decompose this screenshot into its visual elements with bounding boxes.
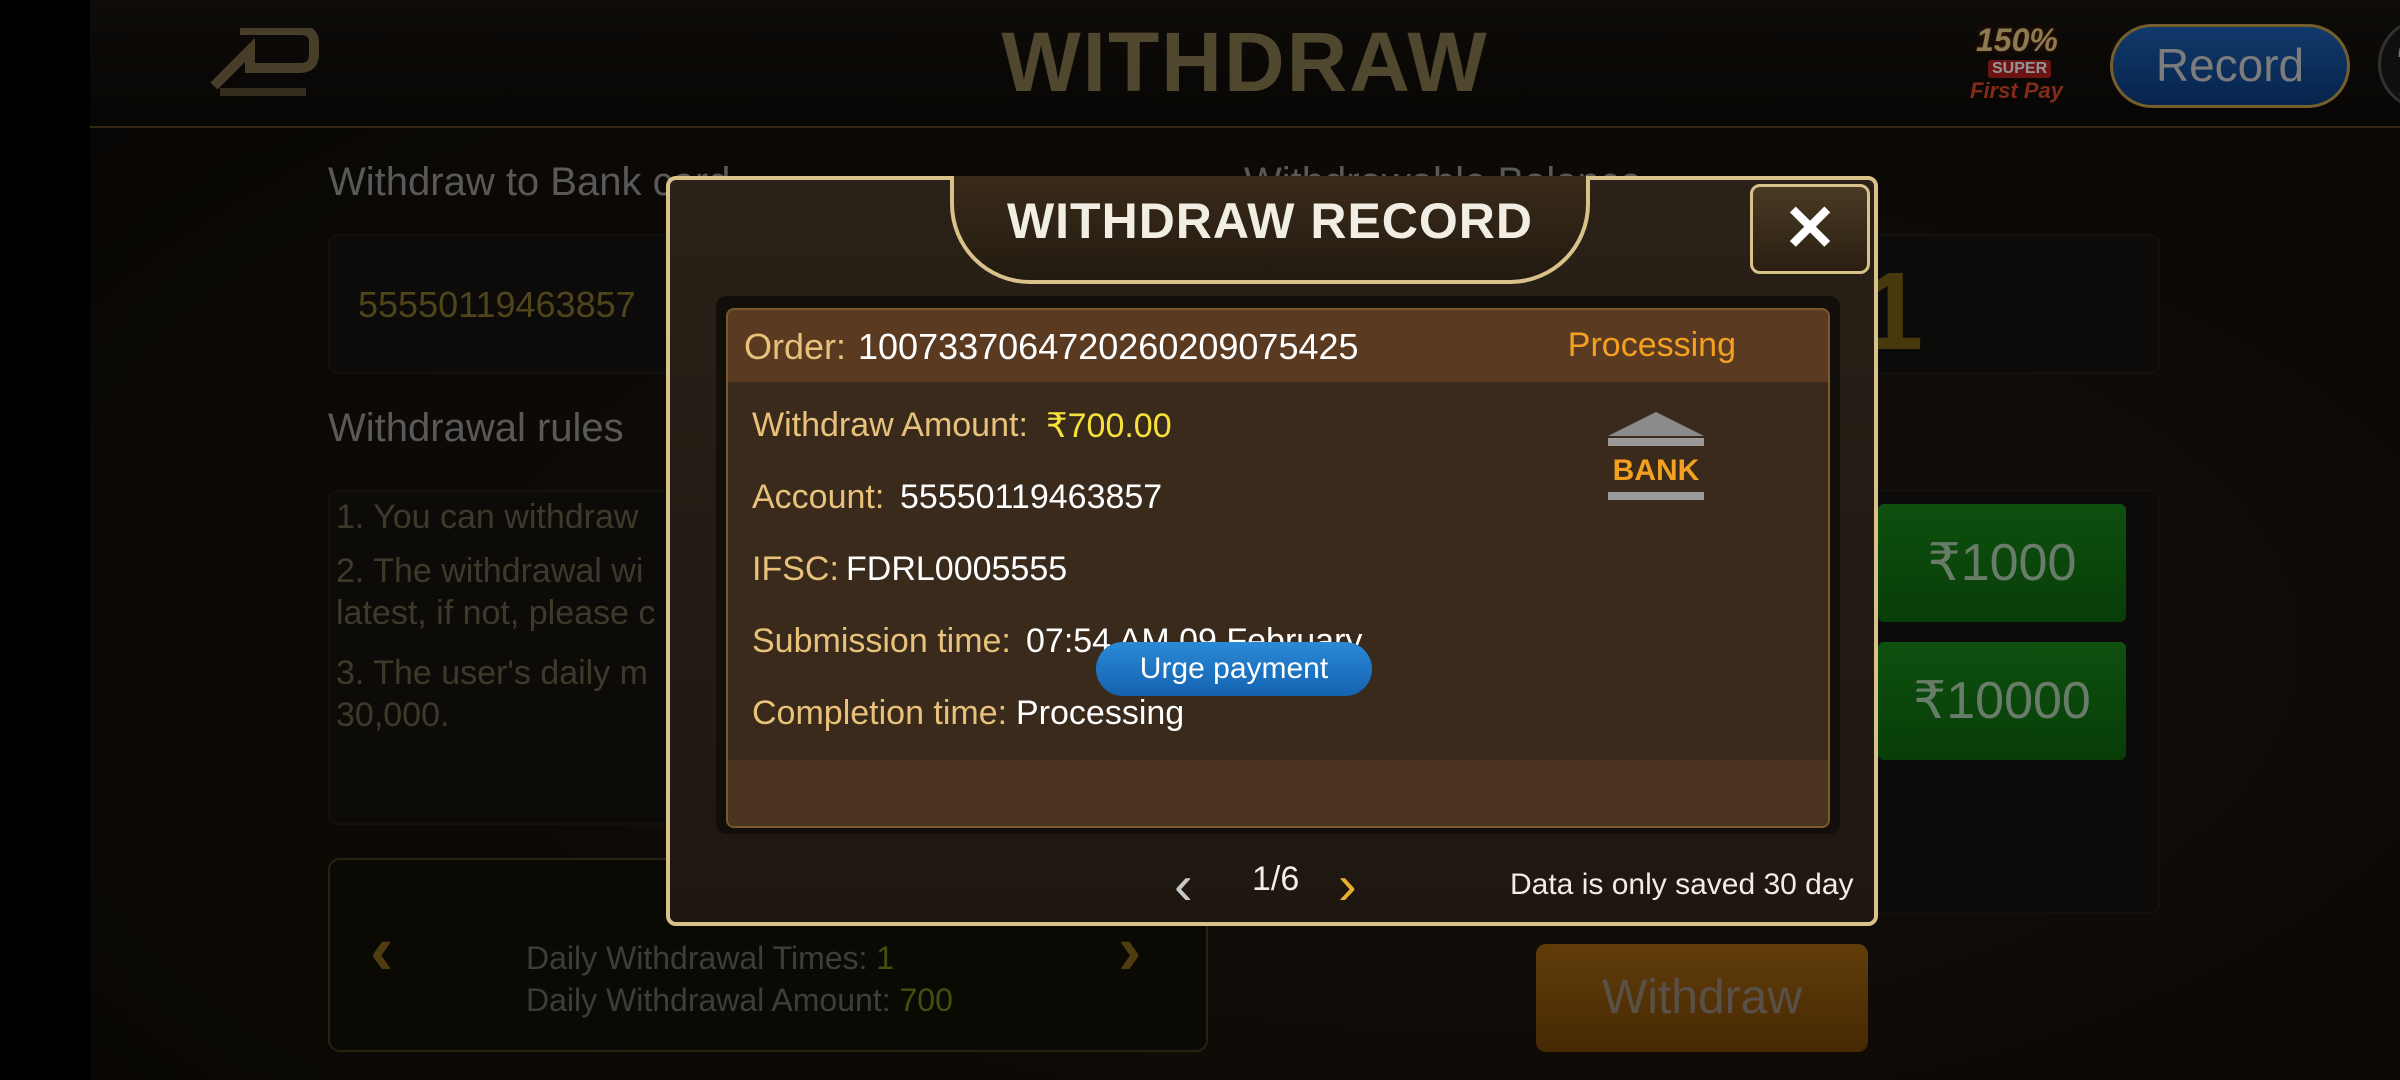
record-card: Order: 1007337064720260209075425 Process… [726, 308, 1830, 828]
bank-icon: BANK [1604, 410, 1708, 506]
completion-time-label: Completion time: [752, 694, 1008, 732]
record-card-footer [728, 760, 1828, 826]
retention-note: Data is only saved 30 day [1510, 868, 1854, 901]
ifsc-value: FDRL0005555 [846, 550, 1068, 588]
withdraw-amount-label: Withdraw Amount: [752, 406, 1028, 444]
close-button[interactable]: ✕ [1750, 184, 1870, 274]
bank-icon-text: BANK [1613, 454, 1700, 487]
prev-page-icon[interactable]: ‹ [1174, 852, 1193, 917]
order-number: 1007337064720260209075425 [858, 326, 1359, 367]
account-value: 55550119463857 [900, 478, 1163, 516]
next-page-icon[interactable]: › [1338, 852, 1357, 917]
page-indicator: 1/6 [1252, 860, 1300, 898]
order-label: Order: [744, 326, 847, 367]
ifsc-label: IFSC: [752, 550, 839, 588]
account-label: Account: [752, 478, 885, 516]
withdraw-record-modal: WITHDRAW RECORD ✕ Order: 100733706472026… [666, 176, 1878, 926]
status-badge: Processing [1567, 326, 1736, 364]
completion-time-value: Processing [1016, 694, 1185, 732]
urge-payment-button[interactable]: Urge payment [1096, 642, 1372, 696]
modal-title-plate: WITHDRAW RECORD [950, 176, 1590, 284]
withdraw-amount-value: ₹700.00 [1046, 407, 1172, 445]
record-card-header: Order: 1007337064720260209075425 Process… [728, 310, 1828, 382]
submission-time-label: Submission time: [752, 622, 1011, 660]
modal-title: WITHDRAW RECORD [1006, 193, 1534, 249]
